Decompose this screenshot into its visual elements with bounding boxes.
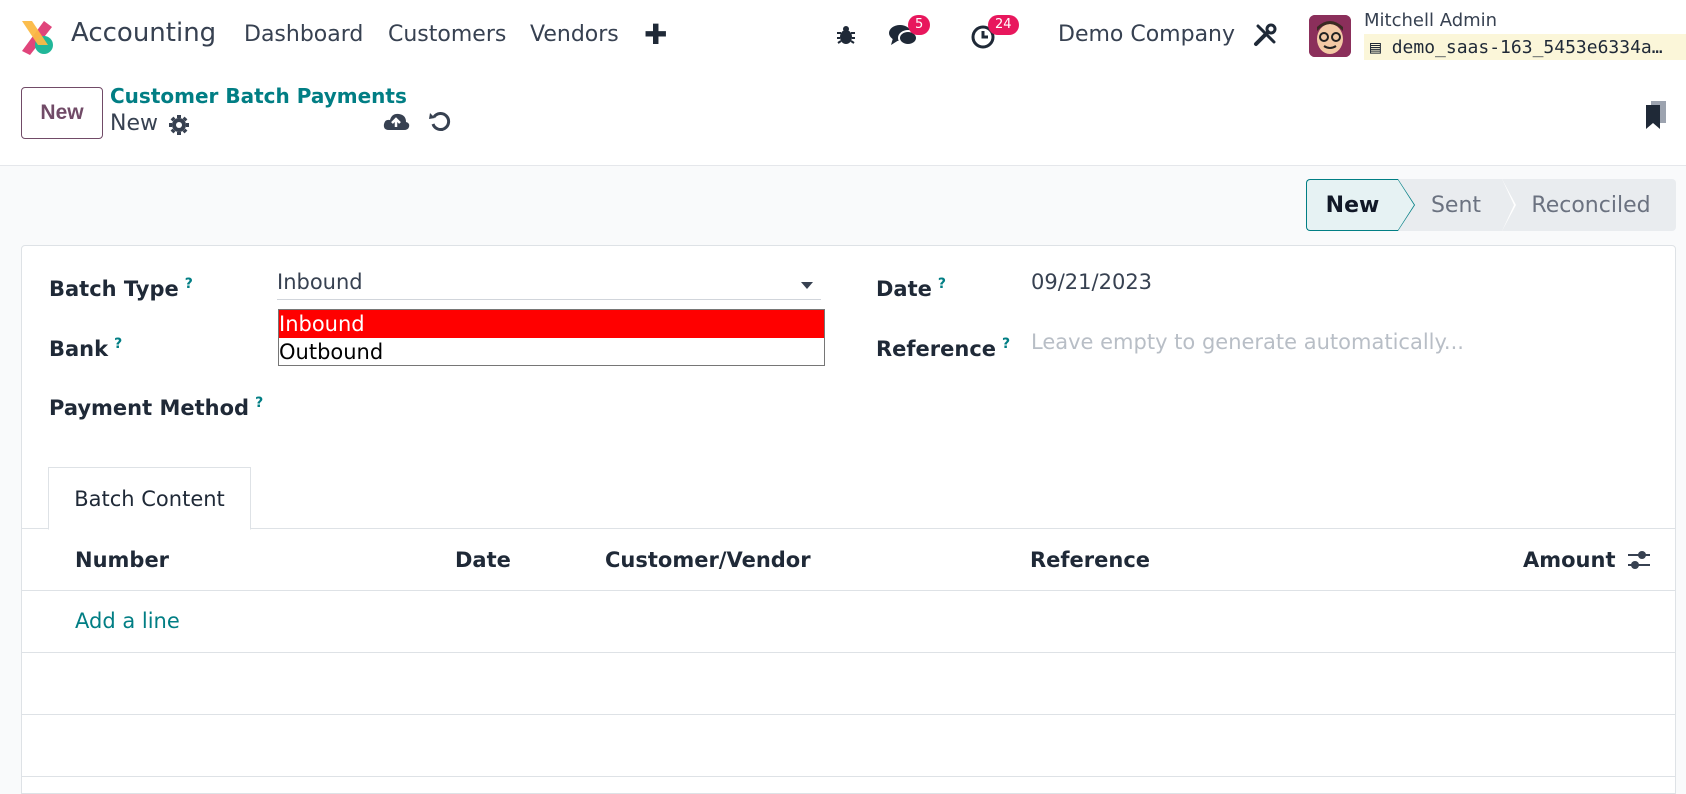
user-avatar[interactable] (1309, 15, 1351, 57)
tab-batch-content[interactable]: Batch Content (48, 467, 251, 530)
stage-new[interactable]: New (1306, 179, 1415, 231)
column-number[interactable]: Number (75, 548, 169, 572)
menu-customers[interactable]: Customers (388, 22, 506, 47)
add-menu-plus-icon[interactable]: ✚ (644, 18, 667, 51)
messages-badge: 5 (908, 15, 931, 35)
table-row (22, 653, 1675, 715)
column-amount[interactable]: Amount (1523, 548, 1616, 572)
payment-method-label: Payment Method? (49, 395, 263, 420)
payment-method-help-icon[interactable]: ? (255, 395, 263, 411)
chevron-down-icon (801, 282, 813, 289)
knowledge-bookmark-icon[interactable] (1644, 100, 1668, 130)
batch-type-value: Inbound (277, 270, 363, 294)
optional-columns-sliders-icon[interactable] (1627, 549, 1651, 571)
column-customer-vendor[interactable]: Customer/Vendor (605, 548, 811, 572)
new-record-button[interactable]: New (21, 87, 103, 139)
accounting-app-logo-icon[interactable] (18, 17, 56, 55)
menu-vendors[interactable]: Vendors (530, 22, 619, 47)
table-header: Number Date Customer/Vendor Reference Am… (22, 529, 1675, 591)
payment-method-label-text: Payment Method (49, 396, 250, 420)
table-row (22, 715, 1675, 777)
batch-type-select[interactable]: Inbound (277, 266, 821, 300)
reference-input[interactable] (1031, 326, 1651, 358)
bank-help-icon[interactable]: ? (114, 336, 122, 352)
batch-type-label: Batch Type? (49, 276, 193, 301)
batch-type-label-text: Batch Type (49, 277, 179, 301)
stage-reconciled-label: Reconciled (1531, 192, 1651, 218)
batch-type-dropdown: Inbound Outbound (278, 309, 825, 366)
column-date[interactable]: Date (455, 548, 511, 572)
menu-dashboard[interactable]: Dashboard (244, 22, 363, 47)
reference-label: Reference? (876, 336, 1010, 361)
date-label: Date? (876, 276, 946, 301)
stage-sent-label: Sent (1430, 192, 1482, 218)
reference-label-text: Reference (876, 337, 997, 361)
breadcrumb-current: New (110, 111, 158, 136)
database-label: demo_saas-163_5453e6334a… (1391, 37, 1663, 58)
breadcrumb-customer-batch-payments[interactable]: Customer Batch Payments (110, 84, 407, 108)
date-help-icon[interactable]: ? (938, 276, 946, 292)
option-inbound[interactable]: Inbound (279, 310, 824, 338)
save-cloud-upload-icon[interactable] (382, 110, 410, 134)
top-navbar: Accounting Dashboard Customers Vendors ✚… (0, 0, 1686, 72)
gear-icon[interactable] (168, 114, 190, 136)
bank-label-text: Bank (49, 337, 109, 361)
control-panel: New Customer Batch Payments New (0, 72, 1686, 166)
bank-label: Bank? (49, 336, 122, 361)
add-line-row: Add a line (22, 591, 1675, 653)
company-switcher[interactable]: Demo Company (1058, 22, 1235, 47)
tab-batch-content-label: Batch Content (74, 486, 225, 511)
add-a-line-link[interactable]: Add a line (75, 609, 180, 633)
activities-badge: 24 (988, 15, 1019, 35)
user-name[interactable]: Mitchell Admin (1364, 10, 1497, 31)
database-icon: ▤ (1370, 37, 1381, 58)
batch-type-help-icon[interactable]: ? (185, 276, 193, 292)
reference-help-icon[interactable]: ? (1002, 336, 1010, 352)
database-name: ▤ demo_saas-163_5453e6334a… (1364, 34, 1686, 60)
status-bar: New Sent Reconciled (1306, 179, 1676, 231)
app-name[interactable]: Accounting (71, 18, 216, 48)
stage-reconciled[interactable]: Reconciled (1502, 179, 1676, 231)
stage-new-label: New (1325, 192, 1380, 218)
form-sheet: Batch Type? Inbound Inbound Outbound Ban… (21, 245, 1676, 794)
discard-undo-icon[interactable] (428, 109, 452, 133)
date-field[interactable]: 09/21/2023 (1031, 270, 1152, 294)
debug-bug-icon[interactable] (834, 23, 858, 47)
date-label-text: Date (876, 277, 932, 301)
option-outbound[interactable]: Outbound (279, 338, 824, 366)
column-reference[interactable]: Reference (1030, 548, 1150, 572)
settings-tools-icon[interactable] (1252, 22, 1278, 48)
